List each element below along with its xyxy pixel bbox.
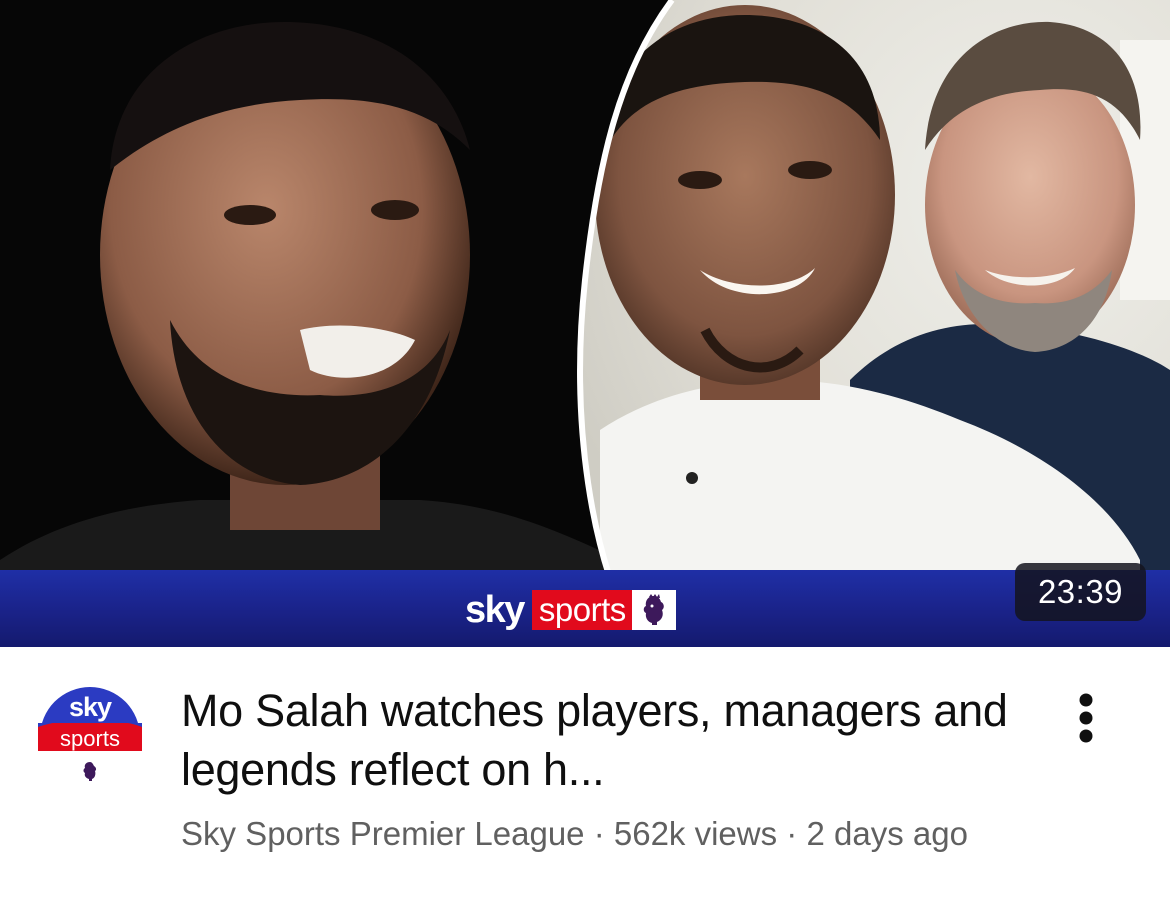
more-options-button[interactable] [1058,688,1114,748]
video-duration-badge: 23:39 [1015,563,1146,621]
channel-name[interactable]: Sky Sports Premier League [181,815,585,852]
more-vert-icon [1079,693,1093,743]
meta-separator: · [786,815,798,852]
video-metadata: Sky Sports Premier League · 562k views ·… [181,809,1021,858]
video-title[interactable]: Mo Salah watches players, managers and l… [181,681,1031,799]
premier-league-lion-icon [631,590,676,630]
meta-separator: · [593,815,605,852]
right-panel [580,0,1170,647]
sky-sports-avatar-icon: sky sports [36,683,144,791]
avatar-sky-text: sky [69,692,112,722]
upload-age: 2 days ago [806,815,968,852]
thumbnail-image [0,0,1170,647]
sky-sports-logo: sky sports [465,588,676,632]
brand-sky-text: sky [465,589,525,631]
view-count: 562k views [613,815,778,852]
video-thumbnail[interactable]: sky sports 23:39 [0,0,1170,647]
channel-avatar[interactable]: sky sports [36,683,144,791]
avatar-sports-text: sports [60,726,120,751]
video-card[interactable]: sky sports 23:39 sky sports Mo Salah wat… [0,0,1170,919]
brand-sports-text: sports [531,590,632,630]
